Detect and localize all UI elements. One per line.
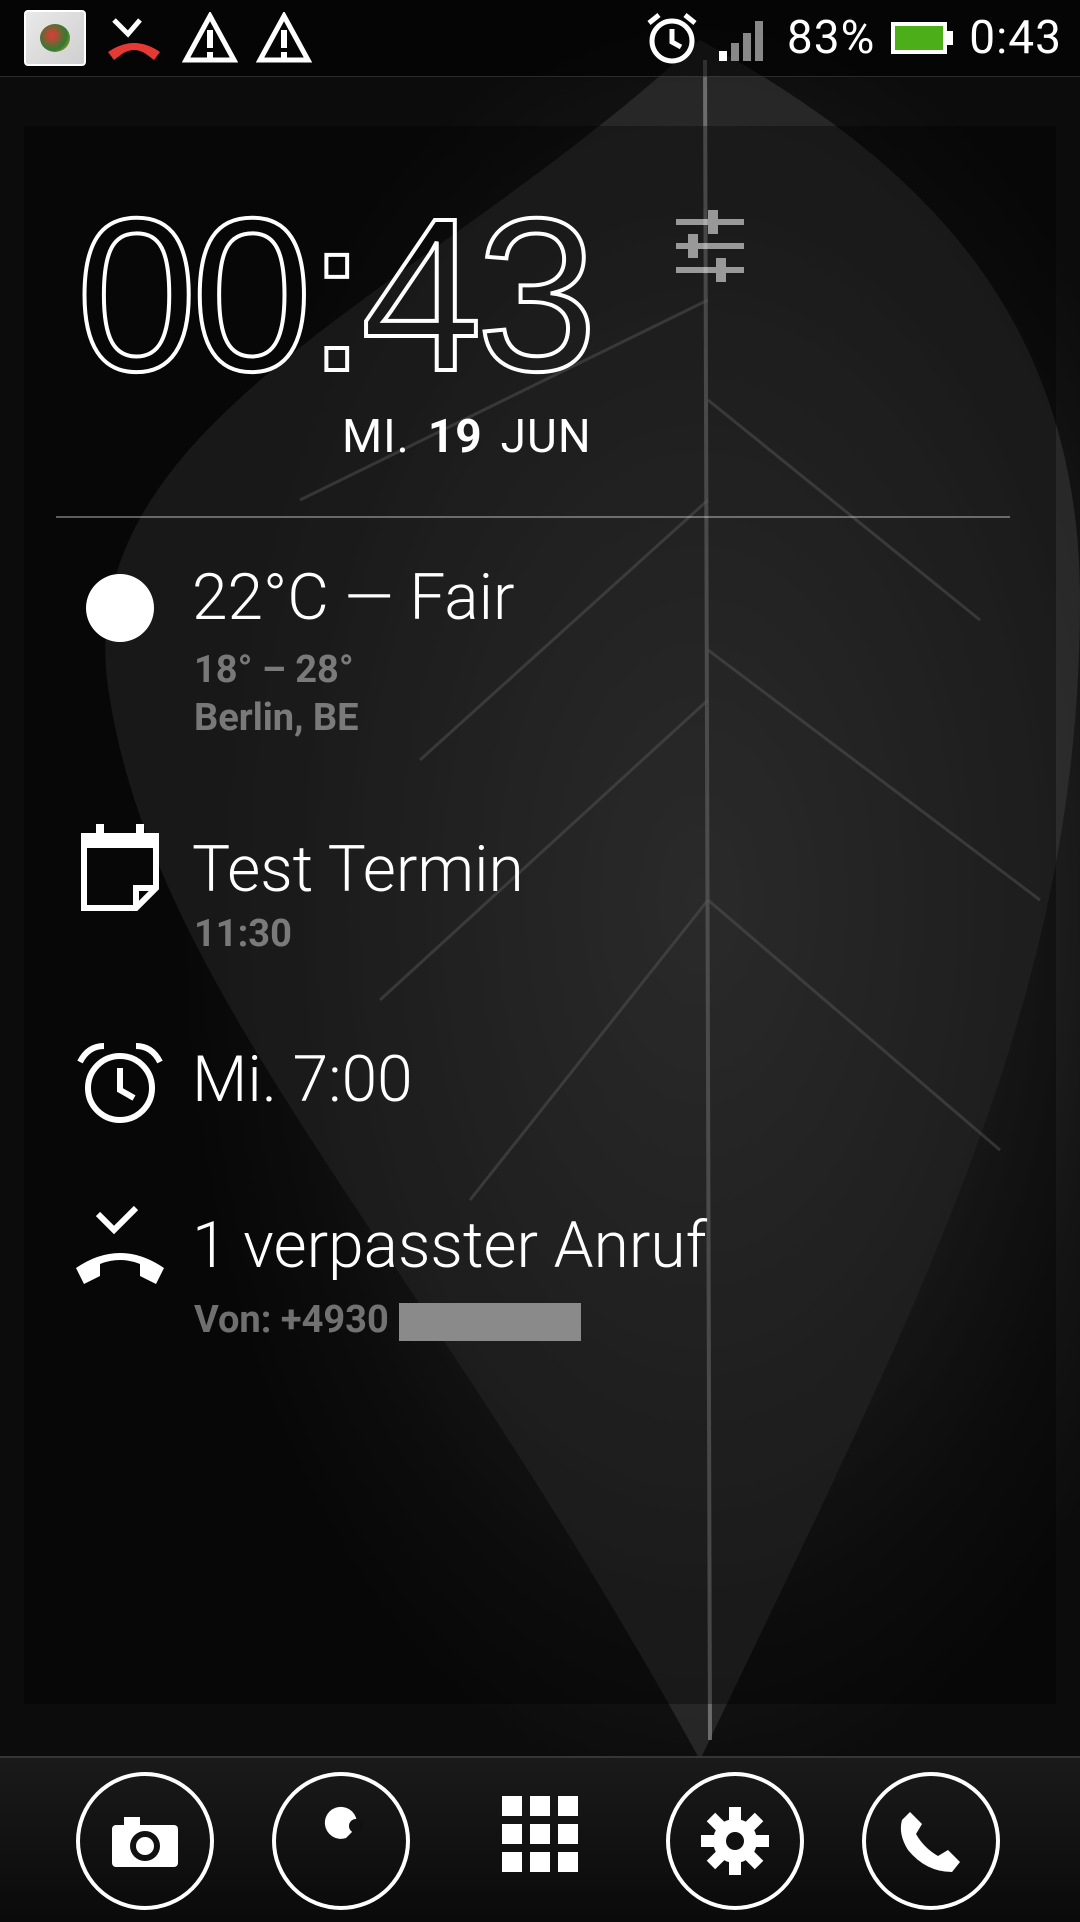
phone-button[interactable] [862,1772,1000,1910]
calendar-title: Test Termin [192,832,524,907]
weather-title: 22°C — Fair [192,560,515,635]
battery-icon [891,22,954,54]
notification-icons [24,10,312,66]
camera-icon [112,1817,178,1867]
missed-call-title: 1 verpasster Anruf [192,1208,707,1283]
missed-call-item[interactable]: 1 verpasster Anruf Von: +4930 [0,1204,1000,1354]
settings-button[interactable] [666,1772,804,1910]
app-thumbnail-icon [24,10,86,66]
missed-call-icon [76,1206,164,1284]
alarm-icon [647,13,697,64]
signal-icon [718,21,763,61]
sun-icon [86,574,154,642]
warning-icon [182,12,238,63]
warning-icon [256,12,312,63]
camera-button[interactable] [76,1772,214,1910]
weather-item[interactable]: 22°C — Fair 18° – 28° Berlin, BE [0,560,1000,750]
svg-text:00:43: 00:43 [76,200,592,400]
wrench-icon [316,1806,363,1868]
redacted-number [398,1302,581,1341]
date-month: JUN [500,410,592,464]
date-day: MI. [342,410,410,464]
calendar-item[interactable]: Test Termin 11:30 [0,820,1000,960]
alarm-clock-icon [77,1043,163,1123]
weather-range: 18° – 28° [194,648,354,692]
dock [0,1756,1080,1922]
alarm-title: Mi. 7:00 [192,1042,413,1117]
divider [56,516,1010,518]
calendar-time: 11:30 [194,912,292,956]
app-grid-icon[interactable] [502,1796,578,1872]
widget-settings-icon[interactable] [668,206,752,286]
weather-location: Berlin, BE [194,696,359,740]
tools-button[interactable] [272,1772,410,1910]
missed-call-from: Von: +4930 [194,1298,581,1342]
calendar-icon [81,824,159,911]
missed-call-number: Von: +4930 [194,1298,389,1342]
missed-call-icon [108,18,160,60]
date-number: 19 [427,410,483,464]
status-time: 0:43 [969,11,1062,65]
battery-percent: 83% [786,11,876,65]
phone-icon [900,1812,960,1872]
status-bar: 83% 0:43 [0,0,1080,77]
settings-gear-icon [701,1807,769,1875]
date-row: MI. 19 JUN [342,410,592,464]
system-status: 83% 0:43 [643,6,1062,70]
clock-time: 00:43 [76,200,596,400]
alarm-item[interactable]: Mi. 7:00 [0,1036,1000,1136]
